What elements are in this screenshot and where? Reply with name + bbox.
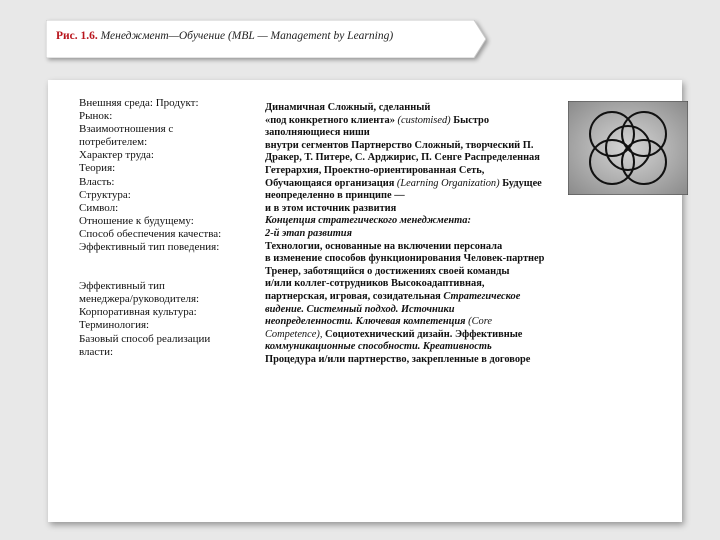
description-line: «под конкретного клиента» (customised) Б… <box>265 115 565 128</box>
criteria-line: Эффективный тип <box>79 280 165 293</box>
text-run: Быстро <box>450 114 490 126</box>
text-run: Будущее <box>499 177 542 189</box>
criteria-line: Отношение к будущему: <box>79 214 194 227</box>
description-line: заполняющиеся ниши <box>265 127 370 139</box>
description-column: Динамичная Сложный, сделанный «под конкр… <box>265 102 565 366</box>
criteria-line: Корпоративная культура: <box>79 306 197 319</box>
description-line: партнерская, игровая, созидательная Стра… <box>265 291 565 304</box>
criteria-line: Теория: <box>79 162 116 175</box>
criteria-line: Терминология: <box>79 319 150 332</box>
text-run: Обучающаяся организация <box>265 177 397 189</box>
criteria-line: менеджера/руководителя: <box>79 293 200 306</box>
criteria-line: Власть: <box>79 175 115 188</box>
description-line: в изменение способов функционирования Че… <box>265 253 545 265</box>
description-line: Обучающаяся организация (Learning Organi… <box>265 178 565 191</box>
text-run: «под конкретного клиента» <box>265 114 398 126</box>
description-line: Процедура и/или партнерство, закрепленны… <box>265 353 531 365</box>
description-line: 2-й этап развития <box>265 227 352 239</box>
description-line: Гетерархия, Проектно-ориентированная Сет… <box>265 164 485 176</box>
criteria-line: Рынок: <box>79 110 113 123</box>
description-line: Технологии, основанные на включении перс… <box>265 240 503 252</box>
text-run: Социотехнический дизайн. Эффективные <box>325 328 523 340</box>
criteria-line: Внешняя среда: Продукт: <box>79 97 199 109</box>
criteria-line: Структура: <box>79 188 131 201</box>
figure-caption-banner: Рис. 1.6. Менеджмент—Обучение (MBL — Man… <box>46 20 486 58</box>
criteria-line: Эффективный тип поведения: <box>79 241 220 254</box>
text-run-italic: (Core <box>468 316 492 328</box>
figure-title: Менеджмент—Обучение (MBL — Management by… <box>100 30 394 42</box>
text-run-italic: (Learning Organization) <box>396 177 500 189</box>
criteria-line: потребителем: <box>79 136 148 149</box>
description-line: внутри сегментов Партнерство Сложный, тв… <box>265 139 534 151</box>
criteria-line: Взаимоотношения с <box>79 123 174 136</box>
text-run-italic: Стратегическое <box>443 290 521 302</box>
description-line: Тренер, заботящийся о достижениях своей … <box>265 265 510 277</box>
figure-label: Рис. 1.6. <box>56 30 98 42</box>
text-run: партнерская, игровая, созидательная <box>265 290 444 302</box>
description-line: неопределенно в принципе — <box>265 190 405 202</box>
criteria-column: Внешняя среда: Продукт: Рынок: Взаимоотн… <box>79 97 249 359</box>
text-run-italic: (customised) <box>397 114 451 126</box>
criteria-line: Способ обеспечения качества: <box>79 227 222 240</box>
description-line: Динамичная Сложный, сделанный <box>265 102 431 113</box>
description-line: и в этом источник развития <box>265 202 397 214</box>
criteria-line: Символ: <box>79 201 119 214</box>
description-line: и/или коллег-сотрудников Высокоадаптивна… <box>265 278 485 290</box>
description-line: Competence), Социотехнический дизайн. Эф… <box>265 329 565 342</box>
overlapping-circles-icon <box>567 100 689 196</box>
figure-caption: Рис. 1.6. Менеджмент—Обучение (MBL — Man… <box>56 30 393 42</box>
criteria-line: Характер труда: <box>79 149 154 162</box>
criteria-line: Базовый способ реализации <box>79 332 211 345</box>
text-run-italic: Competence), <box>265 328 326 340</box>
criteria-line: власти: <box>79 345 114 358</box>
text-run-italic: неопределенности. Ключевая компетенция <box>265 316 469 328</box>
description-line: неопределенности. Ключевая компетенция (… <box>265 316 565 329</box>
description-line: Концепция стратегического менеджмента: <box>265 215 471 227</box>
description-line: коммуникационные способности. Креативнос… <box>265 341 492 353</box>
description-line: Дракер, Т. Питере, С. Арджирис, П. Сенге… <box>265 152 540 164</box>
description-line: видение. Системный подход. Источники <box>265 303 455 315</box>
